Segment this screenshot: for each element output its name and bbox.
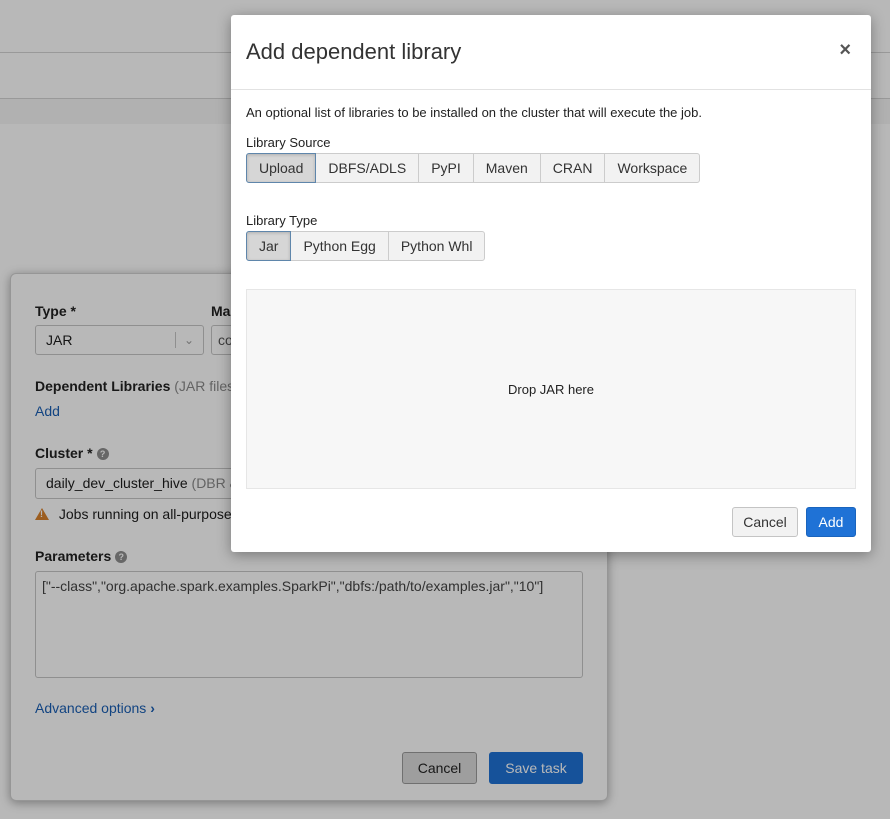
library-type-python-whl[interactable]: Python Whl (387, 231, 486, 261)
library-source-maven[interactable]: Maven (472, 153, 541, 183)
library-source-upload[interactable]: Upload (246, 153, 317, 183)
library-source-dbfs-adls[interactable]: DBFS/ADLS (315, 153, 420, 183)
modal-description: An optional list of libraries to be inst… (246, 105, 702, 120)
library-source-label: Library Source (246, 135, 331, 150)
library-type-group: Jar Python Egg Python Whl (246, 231, 486, 261)
library-source-cran[interactable]: CRAN (539, 153, 606, 183)
library-type-jar[interactable]: Jar (246, 231, 292, 261)
library-source-pypi[interactable]: PyPI (418, 153, 474, 183)
modal-title: Add dependent library (246, 39, 462, 64)
jar-drop-zone[interactable]: Drop JAR here (246, 289, 856, 489)
library-source-workspace[interactable]: Workspace (604, 153, 701, 183)
add-dependent-library-dialog: Add dependent library × An optional list… (231, 15, 871, 552)
library-source-group: Upload DBFS/ADLS PyPI Maven CRAN Workspa… (246, 153, 701, 183)
library-type-label: Library Type (246, 213, 318, 228)
modal-header: Add dependent library × (231, 15, 871, 90)
add-button[interactable]: Add (806, 507, 856, 537)
drop-zone-text: Drop JAR here (508, 382, 594, 397)
library-type-python-egg[interactable]: Python Egg (290, 231, 389, 261)
close-icon[interactable]: × (839, 39, 851, 62)
cancel-button[interactable]: Cancel (732, 507, 798, 537)
